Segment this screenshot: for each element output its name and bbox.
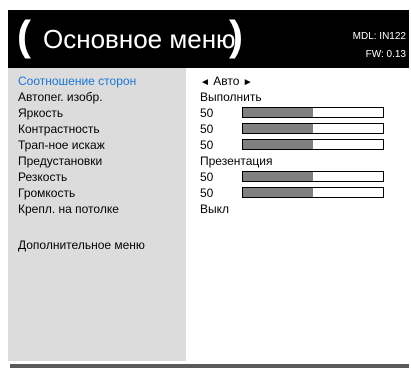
menu-item-sharpness[interactable]: Резкость <box>18 169 67 185</box>
menu-items-panel: Соотношение сторон Автопег. изобр. Яркос… <box>8 68 186 361</box>
contrast-slider[interactable] <box>242 123 384 134</box>
keystone-slider[interactable] <box>242 139 384 150</box>
sharpness-slider[interactable] <box>242 171 384 182</box>
contrast-value: 50 <box>200 122 214 136</box>
volume-slider[interactable] <box>242 187 384 198</box>
volume-value: 50 <box>200 186 214 200</box>
menu-item-volume[interactable]: Громкость <box>18 185 75 201</box>
brightness-slider-fill <box>243 108 313 117</box>
bottom-divider <box>10 364 409 368</box>
menu-item-auto-image[interactable]: Автопег. изобр. <box>18 89 103 105</box>
aspect-ratio-value: Авто <box>213 74 240 88</box>
sharpness-slider-fill <box>243 172 313 181</box>
menu-title: Основное меню <box>43 24 236 54</box>
presets-value[interactable]: Презентация <box>200 153 273 169</box>
keystone-slider-fill <box>243 140 313 149</box>
ceiling-mount-value[interactable]: Выкл <box>200 201 229 217</box>
menu-item-contrast[interactable]: Контрастность <box>18 121 100 137</box>
title-paren-left: ( <box>17 12 31 59</box>
menu-item-ceiling-mount[interactable]: Крепл. на потолке <box>18 201 119 217</box>
menu-item-advanced-menu[interactable]: Дополнительное меню <box>18 237 145 253</box>
menu-item-brightness[interactable]: Яркость <box>18 105 63 121</box>
menu-item-presets[interactable]: Предустановки <box>18 153 102 169</box>
model-label: MDL: IN122 <box>352 31 406 42</box>
menu-header: ( Основное меню ) MDL: IN122 FW: 0.13 <box>8 10 409 68</box>
menu-item-aspect-ratio[interactable]: Соотношение сторон <box>18 73 136 89</box>
keystone-value: 50 <box>200 138 214 152</box>
brightness-slider[interactable] <box>242 107 384 118</box>
volume-slider-fill <box>243 188 313 197</box>
projector-osd: ( Основное меню ) MDL: IN122 FW: 0.13 Со… <box>8 10 409 361</box>
title-paren-right: ) <box>229 12 243 59</box>
auto-image-value[interactable]: Выполнить <box>200 89 262 105</box>
menu-item-keystone[interactable]: Трап-ное искаж <box>18 137 105 153</box>
sharpness-value: 50 <box>200 170 214 184</box>
brightness-value: 50 <box>200 106 214 120</box>
firmware-label: FW: 0.13 <box>365 49 406 60</box>
menu-values-panel: ◄ Авто ► Выполнить 50 50 50 Презентация … <box>186 68 409 361</box>
contrast-slider-fill <box>243 124 313 133</box>
